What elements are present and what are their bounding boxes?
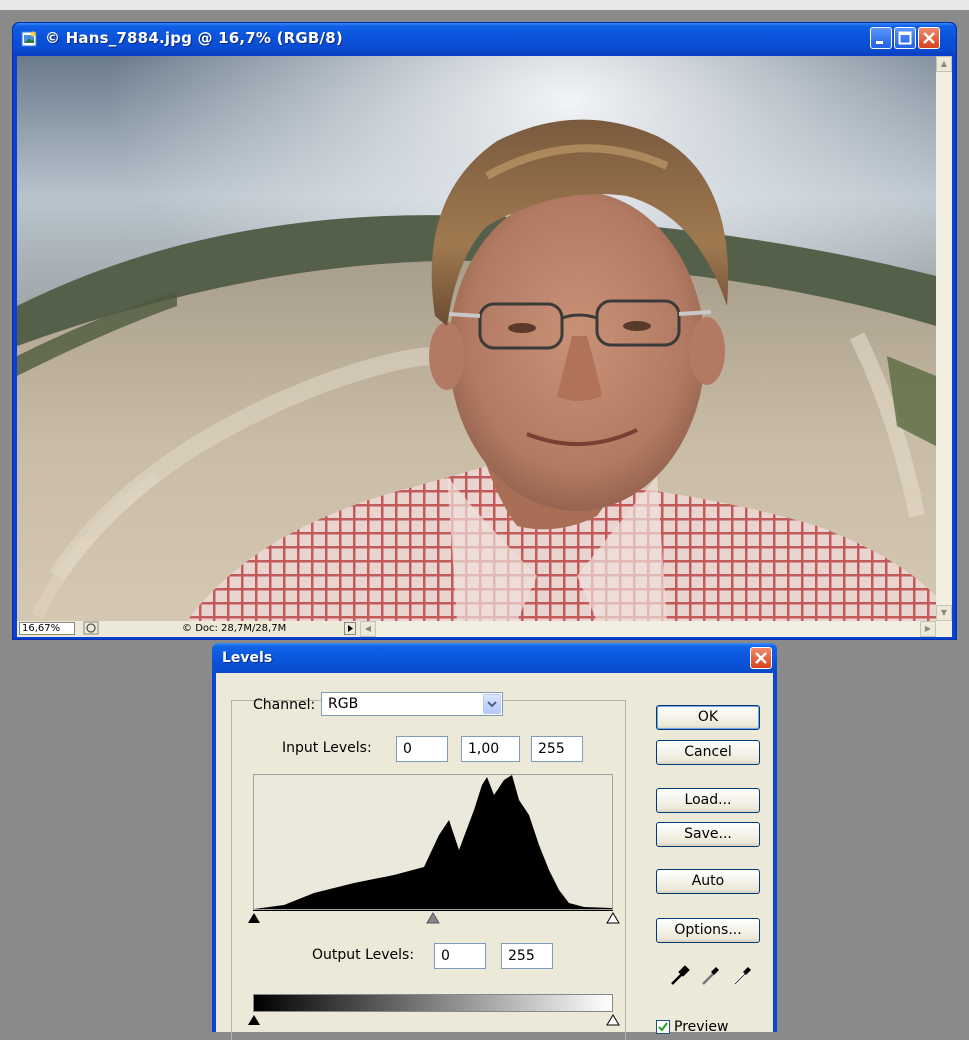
channel-label: Channel: <box>253 697 316 713</box>
black-eyedropper-icon[interactable] <box>668 965 690 987</box>
preview-label[interactable]: Preview <box>674 1019 729 1035</box>
output-black-slider[interactable] <box>247 1014 261 1026</box>
doc-size-text: Doc: 28,7M/28,7M <box>195 623 287 634</box>
maximize-button[interactable] <box>894 27 916 49</box>
output-levels-label: Output Levels: <box>312 947 415 963</box>
output-gradient-bar <box>253 994 613 1012</box>
input-gamma-slider[interactable] <box>426 912 440 924</box>
gray-eyedropper-icon[interactable] <box>699 965 721 987</box>
load-button[interactable]: Load... <box>656 788 760 813</box>
minimize-button[interactable] <box>870 27 892 49</box>
output-white-field[interactable]: 255 <box>501 943 553 969</box>
input-black-field[interactable]: 0 <box>396 736 448 762</box>
input-gamma-field[interactable]: 1,00 <box>461 736 520 762</box>
input-levels-label: Input Levels: <box>282 740 372 756</box>
input-black-slider[interactable] <box>247 912 261 924</box>
levels-title-bar[interactable]: Levels <box>212 643 777 673</box>
document-client-area: ▲ ▼ 16,67% © Doc: 28,7M/28,7M ◀ ▶ <box>17 56 952 637</box>
histogram-graph <box>254 775 612 909</box>
checkmark-icon <box>658 1022 668 1032</box>
input-slider-track <box>253 910 613 911</box>
levels-title: Levels <box>222 650 273 666</box>
input-white-slider[interactable] <box>606 912 620 924</box>
levels-dialog: Levels Channel: RGB Input Levels: 0 1,00… <box>212 643 777 1040</box>
channel-select[interactable]: RGB <box>321 692 503 716</box>
zoom-field[interactable]: 16,67% <box>19 622 75 635</box>
close-button[interactable] <box>918 27 940 49</box>
scroll-up-button[interactable]: ▲ <box>936 56 952 72</box>
output-black-field[interactable]: 0 <box>434 943 486 969</box>
doc-size-info: © Doc: 28,7M/28,7M <box>182 623 286 634</box>
histogram <box>253 774 613 910</box>
maximize-icon <box>898 31 912 45</box>
auto-button[interactable]: Auto <box>656 869 760 894</box>
document-title: © Hans_7884.jpg @ 16,7% (RGB/8) <box>45 29 343 47</box>
vertical-scrollbar[interactable]: ▲ ▼ <box>936 56 952 621</box>
input-white-field[interactable]: 255 <box>531 736 583 762</box>
levels-dialog-body: Channel: RGB Input Levels: 0 1,00 255 Ou… <box>216 673 773 1040</box>
chevron-down-icon <box>487 701 497 708</box>
minimize-icon <box>876 41 883 44</box>
channel-dropdown-button[interactable] <box>483 694 501 714</box>
status-info-icon[interactable] <box>83 621 99 635</box>
right-arrow-icon <box>348 625 353 632</box>
document-title-bar[interactable]: © Hans_7884.jpg @ 16,7% (RGB/8) <box>13 23 956 55</box>
output-white-slider[interactable] <box>606 1014 620 1026</box>
scroll-right-button[interactable]: ▶ <box>920 621 936 637</box>
close-icon <box>755 652 767 664</box>
scroll-left-button[interactable]: ◀ <box>360 621 376 637</box>
close-icon <box>923 32 935 44</box>
document-status-bar: 16,67% © Doc: 28,7M/28,7M ◀ ▶ <box>17 621 952 637</box>
levels-close-button[interactable] <box>750 647 772 669</box>
photoshop-document-icon <box>21 31 37 47</box>
doc-size-copyright-icon: © <box>182 623 192 634</box>
document-window: © Hans_7884.jpg @ 16,7% (RGB/8) ▲ ▼ 16,6… <box>12 22 957 640</box>
scroll-down-button[interactable]: ▼ <box>936 605 952 621</box>
horizontal-scrollbar[interactable]: ◀ ▶ <box>360 621 952 637</box>
status-menu-arrow-button[interactable] <box>344 622 356 635</box>
top-strip <box>0 0 969 10</box>
white-eyedropper-icon[interactable] <box>731 965 753 987</box>
image-canvas[interactable] <box>17 56 936 621</box>
options-button[interactable]: Options... <box>656 918 760 943</box>
portrait-photo <box>17 56 936 621</box>
ok-button[interactable]: OK <box>656 705 760 730</box>
cancel-button[interactable]: Cancel <box>656 740 760 765</box>
save-button[interactable]: Save... <box>656 822 760 847</box>
channel-value: RGB <box>328 696 359 712</box>
